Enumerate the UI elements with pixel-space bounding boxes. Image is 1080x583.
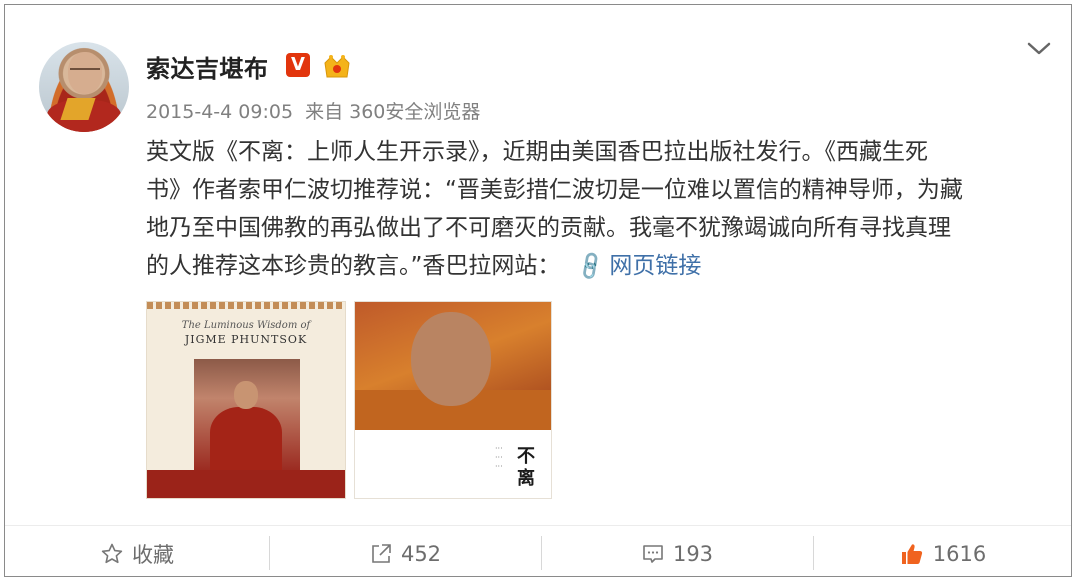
cover-photo xyxy=(194,359,300,471)
thumbs-up-icon xyxy=(901,544,922,564)
action-bar: 收藏 452 193 1616 xyxy=(5,525,1071,578)
post-text-line-end: 的人推荐这本珍贵的教言。”香巴拉网站： xyxy=(146,253,561,279)
cover-photo xyxy=(355,302,551,430)
post-text-line: 的人推荐这本珍贵的教言。”香巴拉网站： 🔗网页链接 xyxy=(146,247,1046,285)
web-link-label: 网页链接 xyxy=(609,253,702,279)
post-text: 英文版《不离：上师人生开示录》，近期由美国香巴拉出版社发行。《西藏生死 书》作者… xyxy=(146,133,1046,285)
crown-icon[interactable] xyxy=(321,51,353,81)
chevron-down-icon[interactable] xyxy=(1024,35,1054,61)
repost-count: 452 xyxy=(400,542,442,566)
comment-count: 193 xyxy=(672,542,714,566)
cover-border xyxy=(147,302,345,309)
post-text-line: 地乃至中国佛教的再弘做出了不可磨灭的贡献。我毫不犹豫竭诚向所有寻找真理 xyxy=(146,215,951,241)
like-count: 1616 xyxy=(932,542,987,566)
book-cover-chinese-image[interactable]: ··· ··· ··· 不离 xyxy=(354,301,552,499)
post-source: 来自 360安全浏览器 xyxy=(305,101,481,123)
book-title-line2: JIGME PHUNTSOK xyxy=(184,333,308,346)
verified-badge-icon[interactable]: V xyxy=(286,53,310,77)
favorite-button[interactable]: 收藏 xyxy=(5,534,269,574)
comment-icon xyxy=(643,545,663,563)
cover-figure-body xyxy=(210,407,282,471)
link-icon: 🔗 xyxy=(573,249,608,283)
avatar-glasses xyxy=(70,68,100,76)
repost-icon xyxy=(372,544,391,563)
author-avatar[interactable] xyxy=(39,42,129,132)
favorite-label: 收藏 xyxy=(132,543,174,567)
book-cn-title: 不离 xyxy=(517,446,535,489)
star-icon xyxy=(101,543,123,564)
repost-button[interactable]: 452 xyxy=(270,534,540,574)
cover-figure-face xyxy=(411,312,491,406)
cover-figure-face xyxy=(234,381,258,409)
author-name[interactable]: 索达吉堪布 xyxy=(146,49,269,84)
post-text-line: 英文版《不离：上师人生开示录》，近期由美国香巴拉出版社发行。《西藏生死 xyxy=(146,139,928,165)
cover-red-band xyxy=(147,470,345,498)
comment-button[interactable]: 193 xyxy=(542,534,812,574)
post-text-line: 书》作者索甲仁波切推荐说：“晋美彭措仁波切是一位难以置信的精神导师，为藏 xyxy=(146,177,963,203)
book-cover-english-image[interactable]: The Luminous Wisdom of JIGME PHUNTSOK xyxy=(146,301,346,499)
book-title-line1: The Luminous Wisdom of xyxy=(181,320,311,331)
post-meta: 2015-4-4 09:05 来自 360安全浏览器 xyxy=(146,97,486,124)
web-link[interactable]: 🔗网页链接 xyxy=(574,249,702,283)
cover-author-text: ··· ··· ··· xyxy=(495,444,503,471)
like-button[interactable]: 1616 xyxy=(814,534,1071,574)
post-time[interactable]: 2015-4-4 09:05 xyxy=(146,101,293,123)
weibo-post-card: 索达吉堪布 V 2015-4-4 09:05 来自 360安全浏览器 英文版《不… xyxy=(4,4,1072,577)
